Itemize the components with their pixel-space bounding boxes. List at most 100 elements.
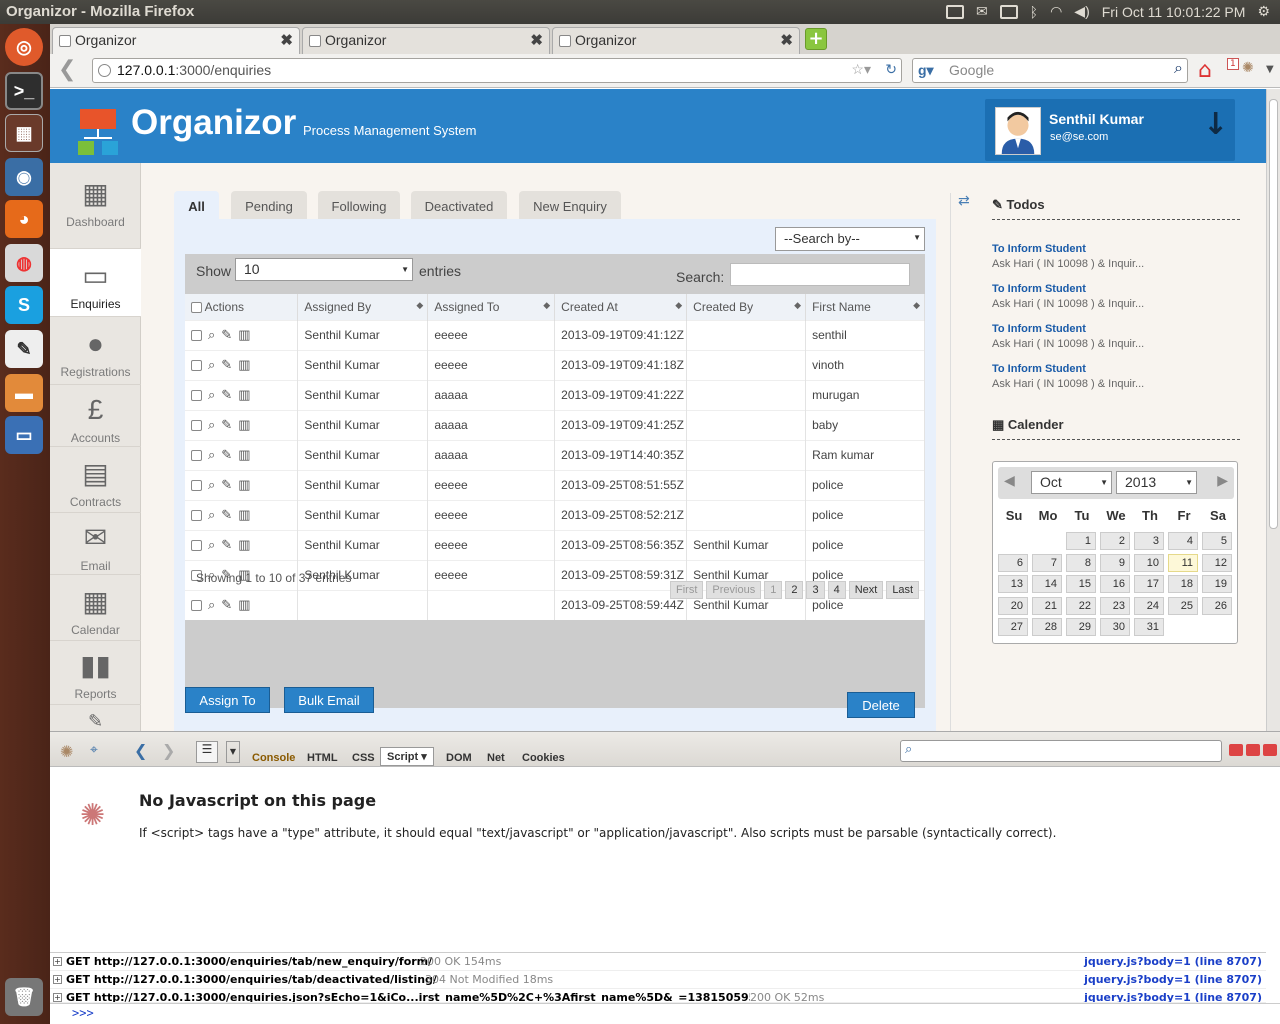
edit-icon[interactable]: ✎ [221,537,232,553]
calendar-day[interactable]: 22 [1066,596,1096,615]
calendar-day[interactable]: 17 [1134,575,1164,593]
table-row[interactable]: ⌕ ✎ ▥ Senthil Kumar eeeee 2013-09-25T08:56:35… [185,529,925,560]
search-input[interactable] [730,263,910,286]
calendar-day[interactable]: 16 [1100,575,1130,593]
url-bar[interactable]: 127.0.0.1:3000/enquiries ☆▾ ↻ [92,58,902,83]
tab-html[interactable]: HTML [307,752,338,764]
trash-icon[interactable]: ▥ [238,417,250,433]
new-tab-button[interactable]: + [805,28,827,50]
column-header-first-name[interactable]: First Name ◆ [805,294,925,320]
calendar-day[interactable]: 9 [1100,553,1130,572]
column-header-actions[interactable]: Actions [185,294,299,320]
pager-next[interactable]: Next [848,581,884,599]
tab-script[interactable]: Script ▾ [380,747,434,766]
month-select[interactable]: Oct ▼ [1031,471,1112,494]
trash-icon[interactable]: ▥ [238,477,250,493]
trash-icon[interactable]: 🗑 [5,978,43,1016]
clock[interactable]: Fri Oct 11 10:01:22 PM [1102,4,1246,20]
menu-chevron-icon[interactable]: ▼ [1266,64,1274,75]
tab-new-enquiry[interactable]: New Enquiry [519,191,621,219]
todo-title[interactable]: To Inform Student [992,363,1144,375]
bookmark-star-icon[interactable]: ☆▾ [851,61,871,78]
tab-deactivated[interactable]: Deactivated [411,191,507,219]
view-icon[interactable]: ⌕ [208,507,215,523]
calendar-day[interactable]: 24 [1134,596,1164,615]
expand-icon[interactable]: + [53,957,62,966]
browser-tab[interactable]: Organizor ✖ [552,27,800,54]
net-log-row[interactable]: + GET http://127.0.0.1:3000/enquiries.jso… [50,989,1266,1003]
search-icon[interactable]: ⌕ [1174,60,1183,78]
trash-icon[interactable]: ▥ [238,387,250,403]
calendar-day[interactable]: 12 [1202,553,1232,572]
page-size-select[interactable]: 10 ▼ [235,258,413,281]
edit-icon[interactable]: ✎ [221,507,232,523]
pager-first[interactable]: First [670,581,704,599]
net-source-link[interactable]: jquery.js?body=1 (line 8707) [1084,991,1262,1002]
net-log-row[interactable]: + GET http://127.0.0.1:3000/enquiries/tab… [50,953,1266,971]
row-checkbox[interactable] [191,329,202,341]
expand-icon[interactable]: + [53,993,62,1002]
tab-dom[interactable]: DOM [446,752,472,764]
trash-icon[interactable]: ▥ [238,507,250,523]
row-checkbox[interactable] [191,389,202,401]
view-icon[interactable]: ⌕ [208,357,215,373]
sidebar-item-contracts[interactable]: ▤ Contracts [50,447,141,513]
trash-icon[interactable]: ▥ [238,597,250,613]
power-icon[interactable]: ⚙ [1257,3,1270,20]
google-icon[interactable]: g▾ [918,62,934,79]
notification-badge[interactable]: 1 [1227,58,1239,70]
arrow-down-icon[interactable]: ↓ [1203,107,1228,142]
edit-icon[interactable]: ✎ [221,357,232,373]
calendar-day[interactable]: 14 [1032,575,1062,593]
wifi-icon[interactable]: ◠ [1050,3,1062,20]
tab-css[interactable]: CSS [352,752,375,764]
todo-item[interactable]: To Inform Student Ask Hari ( IN 10098 ) &… [992,243,1144,270]
todo-title[interactable]: To Inform Student [992,323,1144,335]
terminal-icon[interactable]: >_ [5,72,43,110]
table-row[interactable]: ⌕ ✎ ▥ Senthil Kumar aaaaa 2013-09-19T14:40:35… [185,439,925,470]
row-checkbox[interactable] [191,359,202,371]
table-row[interactable]: ⌕ ✎ ▥ Senthil Kumar aaaaa 2013-09-19T09:41:25… [185,409,925,440]
ubuntu-dash-icon[interactable]: ◎ [5,28,43,66]
calendar-day[interactable]: 7 [1032,553,1062,572]
trash-icon[interactable]: ▥ [238,357,250,373]
column-header-assigned-to[interactable]: Assigned To ◆ [427,294,556,320]
calendar-day[interactable]: 19 [1202,575,1232,593]
todo-title[interactable]: To Inform Student [992,283,1144,295]
calendar-day[interactable]: 20 [998,596,1028,615]
expand-icon[interactable]: + [53,975,62,984]
bluetooth-icon[interactable]: ᛒ [1030,4,1038,20]
table-row[interactable]: ⌕ ✎ ▥ Senthil Kumar aaaaa 2013-09-19T09:41:22… [185,379,925,410]
trash-icon[interactable]: ▥ [238,537,250,553]
table-row[interactable]: ⌕ ✎ ▥ Senthil Kumar eeeee 2013-09-25T08:51:55… [185,469,925,500]
chrome-icon[interactable]: ◍ [5,244,43,282]
sidebar-item-enquiries[interactable]: ▭ Enquiries [50,249,141,317]
edit-icon[interactable]: ✎ [221,327,232,343]
swap-arrows-icon[interactable]: ⇄ [958,193,970,209]
sidebar-item-registrations[interactable]: ● Registrations [50,317,141,385]
prev-month-icon[interactable]: ◀ [1004,473,1015,489]
web-search-box[interactable]: g▾ Google ⌕ [912,58,1188,83]
browser-tab[interactable]: Organizor ✖ [52,27,300,54]
volume-icon[interactable]: ◀) [1074,3,1089,20]
tab-cookies[interactable]: Cookies [522,752,565,764]
column-header-created-at[interactable]: Created At ◆ [554,294,688,320]
firebug-icon[interactable]: ✺ [1242,60,1254,76]
mail-icon[interactable]: ✉ [976,3,988,20]
todo-item[interactable]: To Inform Student Ask Hari ( IN 10098 ) &… [992,363,1144,390]
tab-following[interactable]: Following [318,191,400,219]
next-month-icon[interactable]: ▶ [1217,473,1228,489]
browser-tab[interactable]: Organizor ✖ [302,27,550,54]
todo-item[interactable]: To Inform Student Ask Hari ( IN 10098 ) &… [992,323,1144,350]
calendar-day[interactable]: 10 [1134,553,1164,572]
todo-item[interactable]: To Inform Student Ask Hari ( IN 10098 ) &… [992,283,1144,310]
tab-net[interactable]: Net [487,752,505,764]
inspect-icon[interactable]: ⌖ [90,742,98,758]
edit-icon[interactable]: ✎ [221,597,232,613]
view-icon[interactable]: ⌕ [208,537,215,553]
todo-title[interactable]: To Inform Student [992,243,1144,255]
calendar-day[interactable]: 15 [1066,575,1096,593]
calendar-day[interactable]: 21 [1032,596,1062,615]
table-row[interactable]: ⌕ ✎ ▥ Senthil Kumar eeeee 2013-09-25T08:52:21… [185,499,925,530]
column-header-assigned-by[interactable]: Assigned By ◆ [297,294,429,320]
